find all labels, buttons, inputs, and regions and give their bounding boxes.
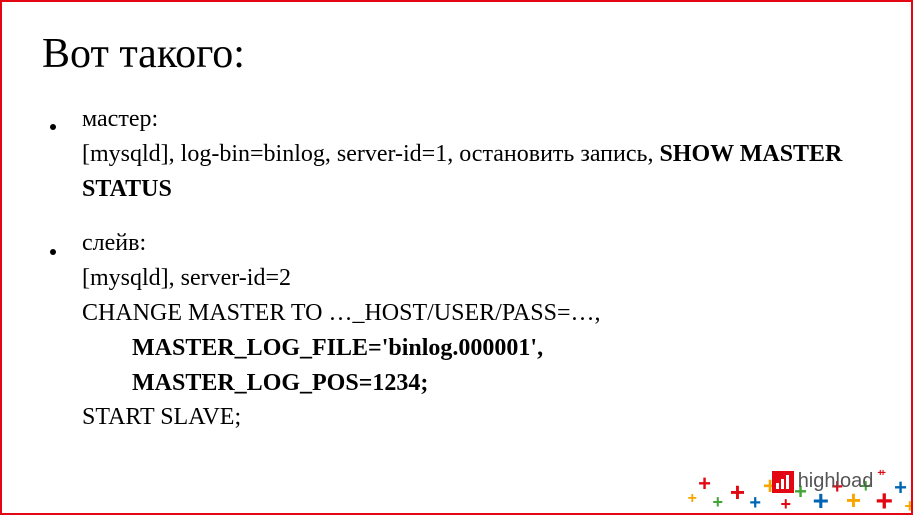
item-line-bold: MASTER_LOG_POS=1234;	[82, 366, 871, 401]
item-line-bold: MASTER_LOG_FILE='binlog.000001',	[82, 331, 871, 366]
slide-content: мастер: [mysqld], log-bin=binlog, server…	[42, 102, 871, 435]
logo-bars-icon	[772, 471, 794, 493]
item-line: [mysqld], server-id=2	[82, 265, 291, 291]
highload-logo: highload++	[772, 470, 883, 493]
slide: Вот такого: мастер: [mysqld], log-bin=bi…	[0, 0, 913, 515]
bullet-text: мастер: [mysqld], log-bin=binlog, server…	[82, 102, 871, 206]
slide-title: Вот такого:	[42, 30, 871, 78]
item-line: START SLAVE;	[82, 404, 241, 430]
bullet-icon	[42, 102, 82, 206]
list-item: слейв: [mysqld], server-id=2 CHANGE MAST…	[42, 226, 871, 435]
logo-plus: ++	[877, 468, 883, 479]
bullet-icon	[42, 226, 82, 435]
item-line: [mysqld], log-bin=binlog, server-id=1, о…	[82, 141, 659, 167]
bullet-text: слейв: [mysqld], server-id=2 CHANGE MAST…	[82, 226, 871, 435]
item-label: слейв:	[82, 230, 146, 256]
list-item: мастер: [mysqld], log-bin=binlog, server…	[42, 102, 871, 206]
logo-text: highload	[798, 470, 874, 493]
item-line: CHANGE MASTER TO …_HOST/USER/PASS=…,	[82, 300, 601, 326]
item-label: мастер:	[82, 106, 158, 132]
